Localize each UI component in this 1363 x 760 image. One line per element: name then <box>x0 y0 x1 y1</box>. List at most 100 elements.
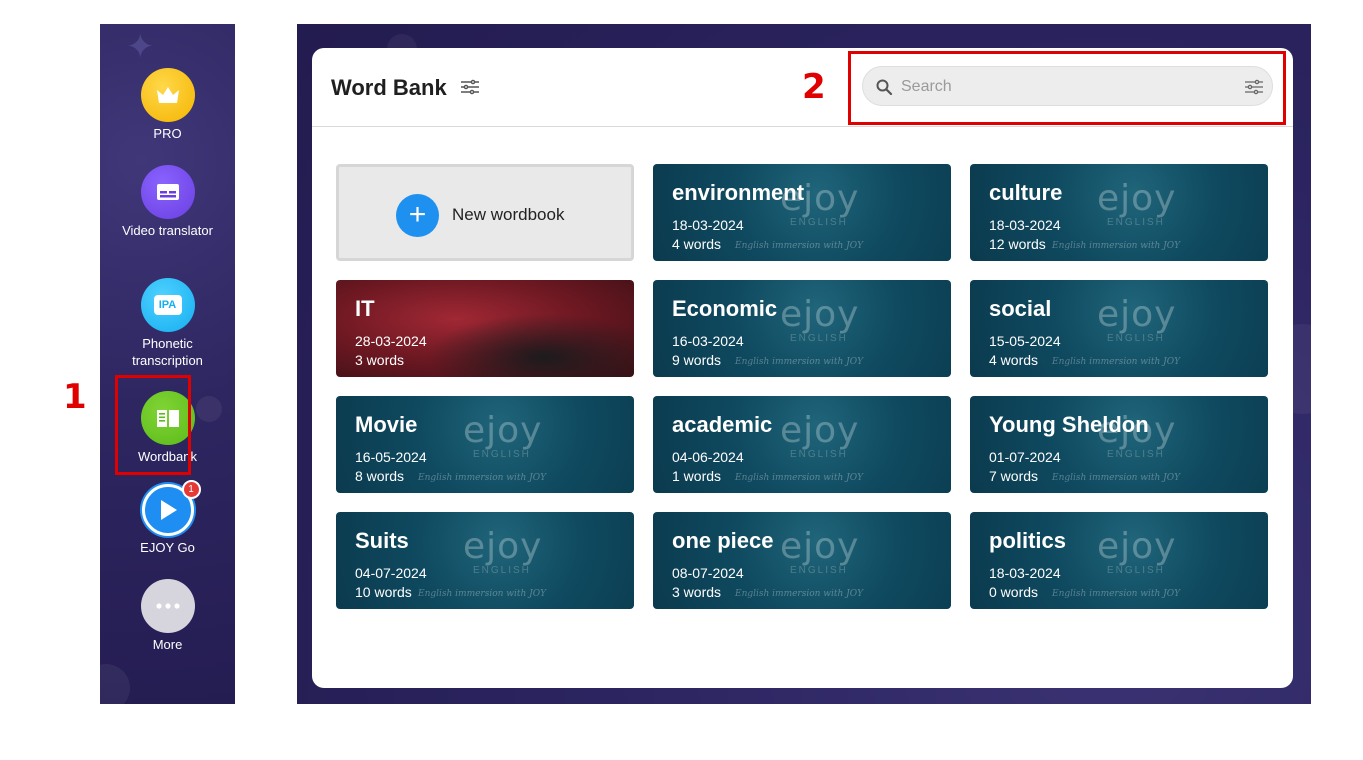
ejoy-watermark-logo: ejoy <box>1097 294 1177 335</box>
sidebar-item-label: PRO <box>153 126 182 141</box>
sidebar-item-label: EJOY Go <box>140 540 195 555</box>
annotation-box-1 <box>115 375 191 475</box>
watermark-sub: ENGLISH <box>1107 449 1165 460</box>
watermark-tagline: English immersion with JOY <box>418 589 547 599</box>
watermark-sub: ENGLISH <box>790 217 848 228</box>
more-dots-icon <box>140 579 195 633</box>
watermark-tagline: English immersion with JOY <box>735 589 864 599</box>
wordbook-card[interactable]: IT 28-03-2024 3 words <box>336 280 634 377</box>
wordbook-card[interactable]: ejoy ENGLISH English immersion with JOY … <box>653 164 951 261</box>
sidebar-item-label: More <box>152 637 183 652</box>
sidebar: ✦ PRO Video translator IPA Phonetic tran… <box>100 24 235 704</box>
wordbook-card[interactable]: ejoy ENGLISH English immersion with JOY … <box>336 512 634 609</box>
wordbook-date: 18-03-2024 <box>672 217 744 233</box>
watermark-tagline: English immersion with JOY <box>418 473 547 483</box>
ejoy-watermark-logo: ejoy <box>780 294 860 335</box>
watermark-sub: ENGLISH <box>790 333 848 344</box>
wordbook-word-count: 3 words <box>355 352 405 368</box>
wordbook-card[interactable]: ejoy ENGLISH English immersion with JOY … <box>653 280 951 377</box>
wordbook-word-count: 4 words <box>989 352 1039 368</box>
wordbook-word-count: 9 words <box>672 352 722 368</box>
new-wordbook-button[interactable]: + New wordbook <box>336 164 634 261</box>
wordbook-card[interactable]: ejoy ENGLISH English immersion with JOY … <box>970 280 1268 377</box>
wordbook-card[interactable]: ejoy ENGLISH English immersion with JOY … <box>970 164 1268 261</box>
ejoy-watermark-logo: ejoy <box>1097 178 1177 219</box>
background-bubble <box>100 664 130 704</box>
wordbook-word-count: 10 words <box>355 584 412 600</box>
watermark-sub: ENGLISH <box>473 449 531 460</box>
watermark-sub: ENGLISH <box>1107 217 1165 228</box>
sidebar-item-more[interactable]: More <box>100 579 235 653</box>
wordbook-date: 04-07-2024 <box>355 565 427 581</box>
annotation-box-2 <box>848 51 1286 125</box>
watermark-tagline: English immersion with JOY <box>735 357 864 367</box>
wordbook-word-count: 4 words <box>672 236 722 252</box>
play-icon: 1 <box>141 480 201 536</box>
wordbook-date: 04-06-2024 <box>672 449 744 465</box>
sidebar-item-label: Video translator <box>122 223 213 238</box>
wordbook-word-count: 12 words <box>989 236 1046 252</box>
wordbook-date: 01-07-2024 <box>989 449 1061 465</box>
wordbook-date: 18-03-2024 <box>989 565 1061 581</box>
wordbook-name: social <box>989 296 1052 321</box>
annotation-number-1: 1 <box>63 377 87 417</box>
wordbook-name: one piece <box>672 528 774 553</box>
wordbook-name: Movie <box>355 412 418 437</box>
watermark-tagline: English immersion with JOY <box>1052 589 1181 599</box>
watermark-sub: ENGLISH <box>473 565 531 576</box>
wordbook-card[interactable]: ejoy ENGLISH English immersion with JOY … <box>970 396 1268 493</box>
wordbook-name: Young Sheldon <box>989 412 1149 437</box>
watermark-tagline: English immersion with JOY <box>1052 241 1181 251</box>
wordbook-name: politics <box>989 528 1067 553</box>
wordbook-word-count: 1 words <box>672 468 722 484</box>
watermark-sub: ENGLISH <box>790 449 848 460</box>
watermark-sub: ENGLISH <box>1107 333 1165 344</box>
wordbook-name: IT <box>355 296 375 321</box>
notification-badge: 1 <box>181 480 201 499</box>
new-wordbook-label: New wordbook <box>452 205 565 224</box>
ejoy-watermark-logo: ejoy <box>780 410 860 451</box>
wordbook-word-count: 3 words <box>672 584 722 600</box>
wordbook-name: Economic <box>672 296 778 321</box>
page-title: Word Bank <box>331 75 447 100</box>
watermark-tagline: English immersion with JOY <box>735 241 864 251</box>
sidebar-item-label: Phonetic transcription <box>132 336 203 368</box>
sidebar-item-phonetic-transcription[interactable]: IPA Phonetic transcription <box>100 278 235 369</box>
wordbook-date: 18-03-2024 <box>989 217 1061 233</box>
watermark-tagline: English immersion with JOY <box>735 473 864 483</box>
sidebar-item-video-translator[interactable]: Video translator <box>100 165 235 239</box>
wordbook-date: 16-05-2024 <box>355 449 427 465</box>
ejoy-watermark-logo: ejoy <box>463 410 543 451</box>
ejoy-watermark-logo: ejoy <box>780 526 860 567</box>
wordbook-name: Suits <box>355 528 409 553</box>
ipa-chip: IPA <box>153 295 182 315</box>
annotation-number-2: 2 <box>802 67 826 107</box>
wordbook-card[interactable]: ejoy ENGLISH English immersion with JOY … <box>653 512 951 609</box>
wordbook-date: 16-03-2024 <box>672 333 744 349</box>
wordbook-card[interactable]: ejoy ENGLISH English immersion with JOY … <box>970 512 1268 609</box>
ejoy-watermark-logo: ejoy <box>1097 526 1177 567</box>
wordbook-name: academic <box>672 412 773 437</box>
wordbook-date: 08-07-2024 <box>672 565 744 581</box>
watermark-tagline: English immersion with JOY <box>1052 473 1181 483</box>
sidebar-item-ejoy-go[interactable]: 1 EJOY Go <box>100 480 235 556</box>
wordbook-name: environment <box>672 180 805 205</box>
sparkle-decoration-icon: ✦ <box>126 28 155 66</box>
ejoy-watermark-logo: ejoy <box>463 526 543 567</box>
watermark-tagline: English immersion with JOY <box>1052 357 1181 367</box>
filter-sliders-icon[interactable] <box>460 79 480 95</box>
sidebar-item-pro[interactable]: PRO <box>100 68 235 142</box>
wordbook-date: 15-05-2024 <box>989 333 1061 349</box>
wordbook-word-count: 0 words <box>989 584 1039 600</box>
wordbook-word-count: 8 words <box>355 468 405 484</box>
wordbook-date: 28-03-2024 <box>355 333 427 349</box>
ipa-icon: IPA <box>140 278 195 332</box>
wordbook-name: culture <box>989 180 1063 205</box>
wordbook-card[interactable]: ejoy ENGLISH English immersion with JOY … <box>653 396 951 493</box>
wordbook-word-count: 7 words <box>989 468 1039 484</box>
crown-icon <box>140 68 195 122</box>
wordbook-card[interactable]: ejoy ENGLISH English immersion with JOY … <box>336 396 634 493</box>
watermark-sub: ENGLISH <box>790 565 848 576</box>
word-bank-panel: Word Bank + New wordbook ejoy ENGLISH <box>312 48 1293 688</box>
watermark-sub: ENGLISH <box>1107 565 1165 576</box>
